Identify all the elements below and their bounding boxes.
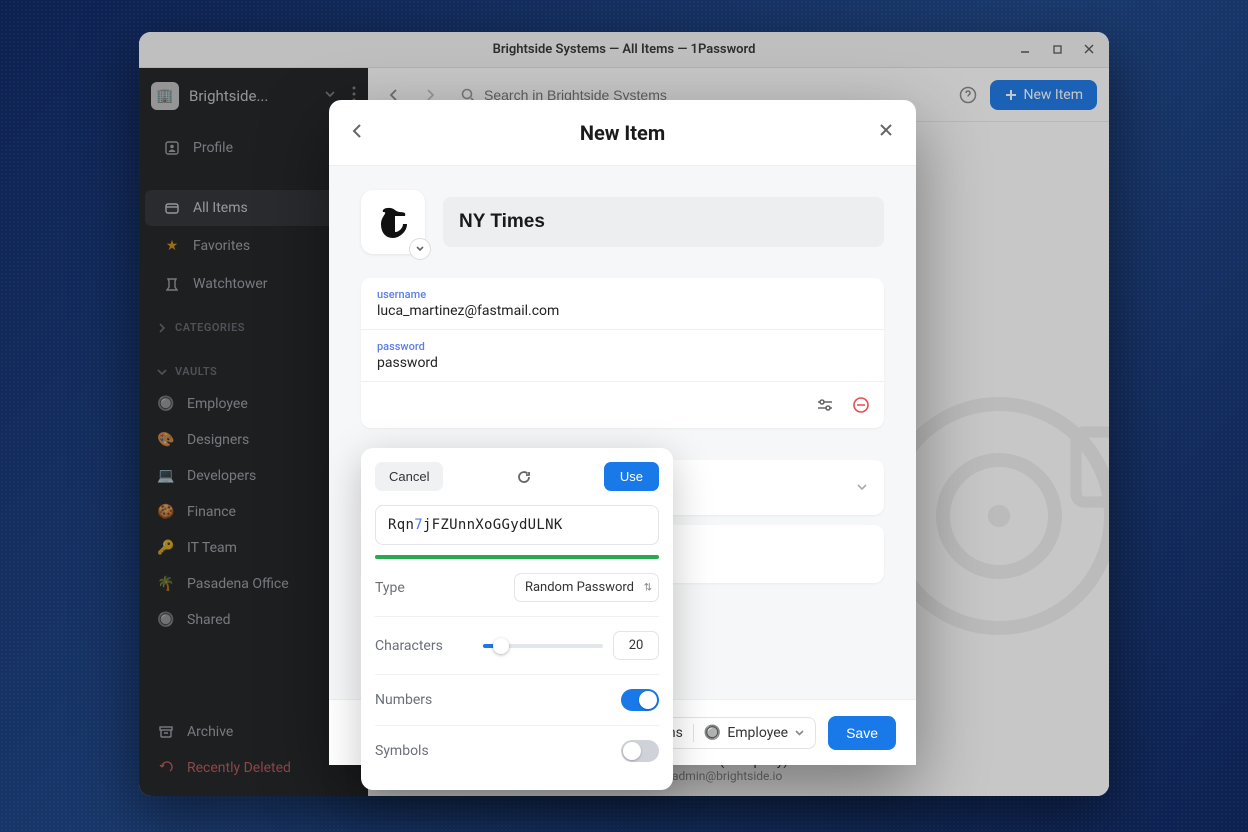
item-header: [361, 190, 884, 254]
item-icon-picker[interactable]: [409, 238, 431, 260]
footer-vault: Employee: [727, 725, 788, 741]
type-select[interactable]: Random Password: [514, 573, 659, 602]
modal-header: New Item: [329, 100, 916, 166]
symbols-label: Symbols: [375, 743, 429, 759]
slider-thumb[interactable]: [493, 638, 509, 654]
password-value: password: [377, 355, 868, 371]
refresh-icon: [516, 469, 532, 485]
generator-use-button[interactable]: Use: [604, 462, 659, 491]
username-label: username: [377, 288, 868, 301]
password-generator-popover: Cancel Use Rqn7jFZUnnXoGGydULNK Type Ran…: [361, 448, 673, 790]
modal-close-button[interactable]: [878, 122, 894, 142]
symbols-toggle[interactable]: [621, 740, 659, 762]
numbers-toggle[interactable]: [621, 689, 659, 711]
save-button[interactable]: Save: [828, 716, 896, 750]
username-field[interactable]: username luca_martinez@fastmail.com: [361, 278, 884, 330]
chevron-down-icon: [856, 478, 868, 497]
numbers-label: Numbers: [375, 692, 432, 708]
type-label: Type: [375, 580, 405, 596]
characters-value[interactable]: 20: [613, 631, 659, 660]
username-value: luca_martinez@fastmail.com: [377, 303, 868, 319]
field-action-row: [361, 382, 884, 428]
field-settings-button[interactable]: [814, 394, 836, 416]
item-name-input[interactable]: [443, 197, 884, 247]
modal-back-button[interactable]: [349, 122, 367, 144]
vault-icon: 🔘: [704, 725, 721, 741]
generator-cancel-button[interactable]: Cancel: [375, 462, 443, 491]
modal-title: New Item: [580, 121, 665, 145]
generated-password-display[interactable]: Rqn7jFZUnnXoGGydULNK: [375, 505, 659, 545]
password-field[interactable]: password password: [361, 330, 884, 382]
chevron-down-icon: [794, 727, 805, 738]
password-label: password: [377, 340, 868, 353]
field-delete-button[interactable]: [850, 394, 872, 416]
credentials-card: username luca_martinez@fastmail.com pass…: [361, 278, 884, 428]
nyt-logo-icon: [373, 202, 413, 242]
characters-slider[interactable]: [483, 644, 603, 648]
item-icon: [361, 190, 425, 254]
generator-refresh-button[interactable]: [453, 469, 593, 485]
new-item-modal: New Item username luca_martinez@fastmail…: [329, 100, 916, 765]
characters-label: Characters: [375, 638, 443, 654]
